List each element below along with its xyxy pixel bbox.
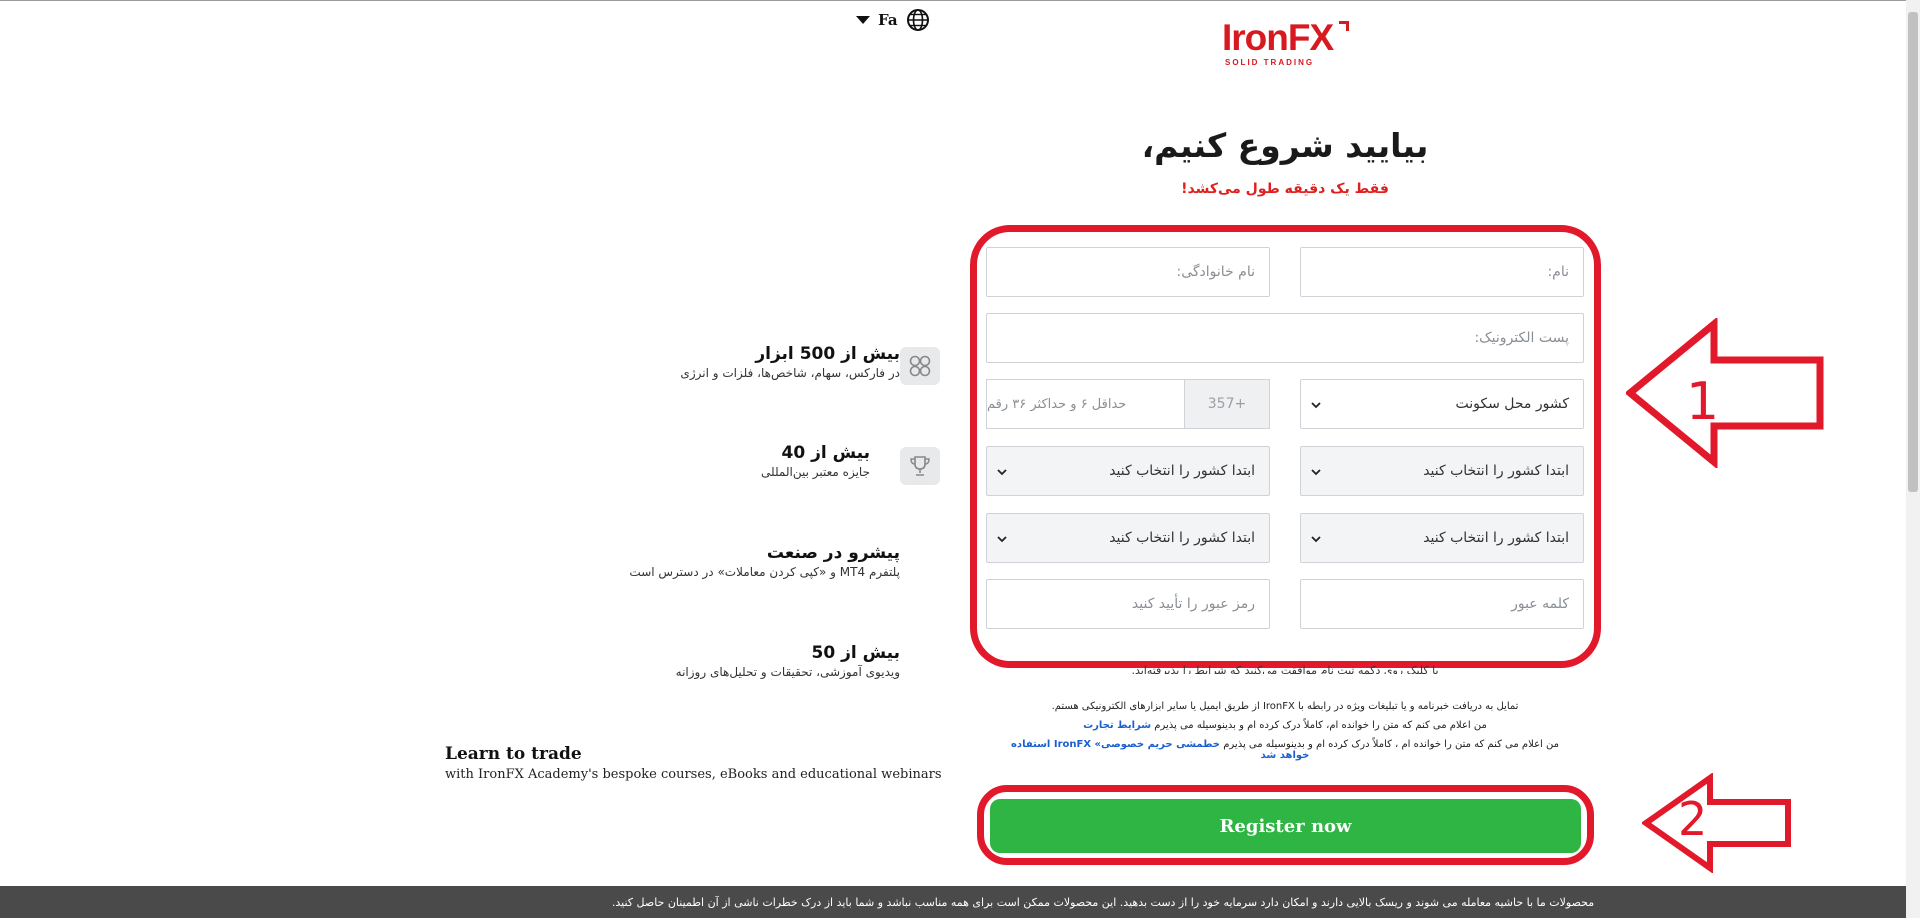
risk-warning-bar: محصولات ما با حاشیه معامله می شوند و ریس… <box>0 886 1906 918</box>
newsletter-consent[interactable]: تمایل به دریافت خبرنامه و یا تبلیغات ویژ… <box>1000 701 1570 712</box>
top-border <box>0 0 1908 1</box>
globe-icon <box>906 9 929 31</box>
feature-awards: بیش از 40 جایزه معتبر بین‌المللی <box>761 443 870 479</box>
feature-desc: ویدیوی آموزشی، تحقیقات و تحلیل‌های روزان… <box>675 665 900 679</box>
scrollbar-thumb[interactable] <box>1908 12 1918 492</box>
terms-consent[interactable]: من اعلام می کنم که متن را خوانده ام، کام… <box>1000 720 1570 731</box>
learn-desc: with IronFX Academy's bespoke courses, e… <box>445 767 942 782</box>
feature-title: پیشرو در صنعت <box>766 543 900 563</box>
learn-to-trade: Learn to trade with IronFX Academy's bes… <box>445 744 942 782</box>
logo-mark-icon <box>1339 21 1349 31</box>
newsletter-consent-text: تمایل به دریافت خبرنامه و یا تبلیغات ویژ… <box>1051 701 1519 712</box>
annotation-arrow-1-icon <box>1626 318 1824 468</box>
feature-instruments: بیش از 500 ابزار در فارکس، سهام، شاخص‌ها… <box>680 344 900 380</box>
privacy-consent[interactable]: من اعلام می کنم که متن را خوانده ام ، کا… <box>1000 739 1570 761</box>
consent-partial-line: با کلیک روی دکمه ثبت نام موافقت می‌کنید … <box>1131 664 1439 674</box>
annotation-label-1: 1 <box>1686 372 1720 432</box>
logo-tagline: SOLID TRADING <box>1225 58 1315 67</box>
instruments-icon <box>900 347 940 385</box>
terms-consent-text: من اعلام می کنم که متن را خوانده ام، کام… <box>1154 720 1487 731</box>
feature-title: بیش از 40 <box>781 443 870 463</box>
feature-title: بیش از 50 <box>811 643 900 663</box>
feature-title: بیش از 500 ابزار <box>755 344 900 364</box>
logo-brand: IronFX <box>1222 17 1334 58</box>
page-title: بیایید شروع کنیم، <box>1141 126 1429 165</box>
annotation-label-2: 2 <box>1678 792 1708 846</box>
feature-platform: پیشرو در صنعت پلتفرم MT4 و «کپی کردن معا… <box>629 543 900 579</box>
feature-desc: در فارکس، سهام، شاخص‌ها، فلزات و انرژی <box>680 366 900 380</box>
learn-title: Learn to trade <box>445 744 582 764</box>
feature-desc: پلتفرم MT4 و «کپی کردن معاملات» در دسترس… <box>629 565 900 579</box>
registration-page: { "header": { "language_code": "Fa", "lo… <box>0 0 1920 918</box>
language-code: Fa <box>878 11 898 29</box>
ironfx-logo[interactable]: IronFX SOLID TRADING <box>1222 17 1349 67</box>
dropdown-caret-icon <box>856 16 870 24</box>
trophy-icon <box>900 447 940 485</box>
terms-link[interactable]: شرایط تجارت <box>1083 720 1151 731</box>
form-highlight-frame <box>970 225 1601 668</box>
register-button[interactable]: Register now <box>990 799 1581 853</box>
language-selector[interactable]: Fa <box>856 8 930 32</box>
feature-education: بیش از 50 ویدیوی آموزشی، تحقیقات و تحلیل… <box>676 643 900 679</box>
feature-desc: جایزه معتبر بین‌المللی <box>760 465 870 479</box>
page-subtitle: فقط یک دقیقه طول می‌کشد! <box>1181 181 1389 197</box>
privacy-consent-text: من اعلام می کنم که متن را خوانده ام ، کا… <box>1223 739 1559 750</box>
risk-warning-text: محصولات ما با حاشیه معامله می شوند و ریس… <box>611 895 1595 909</box>
annotation-arrow-2-icon <box>1642 773 1791 873</box>
